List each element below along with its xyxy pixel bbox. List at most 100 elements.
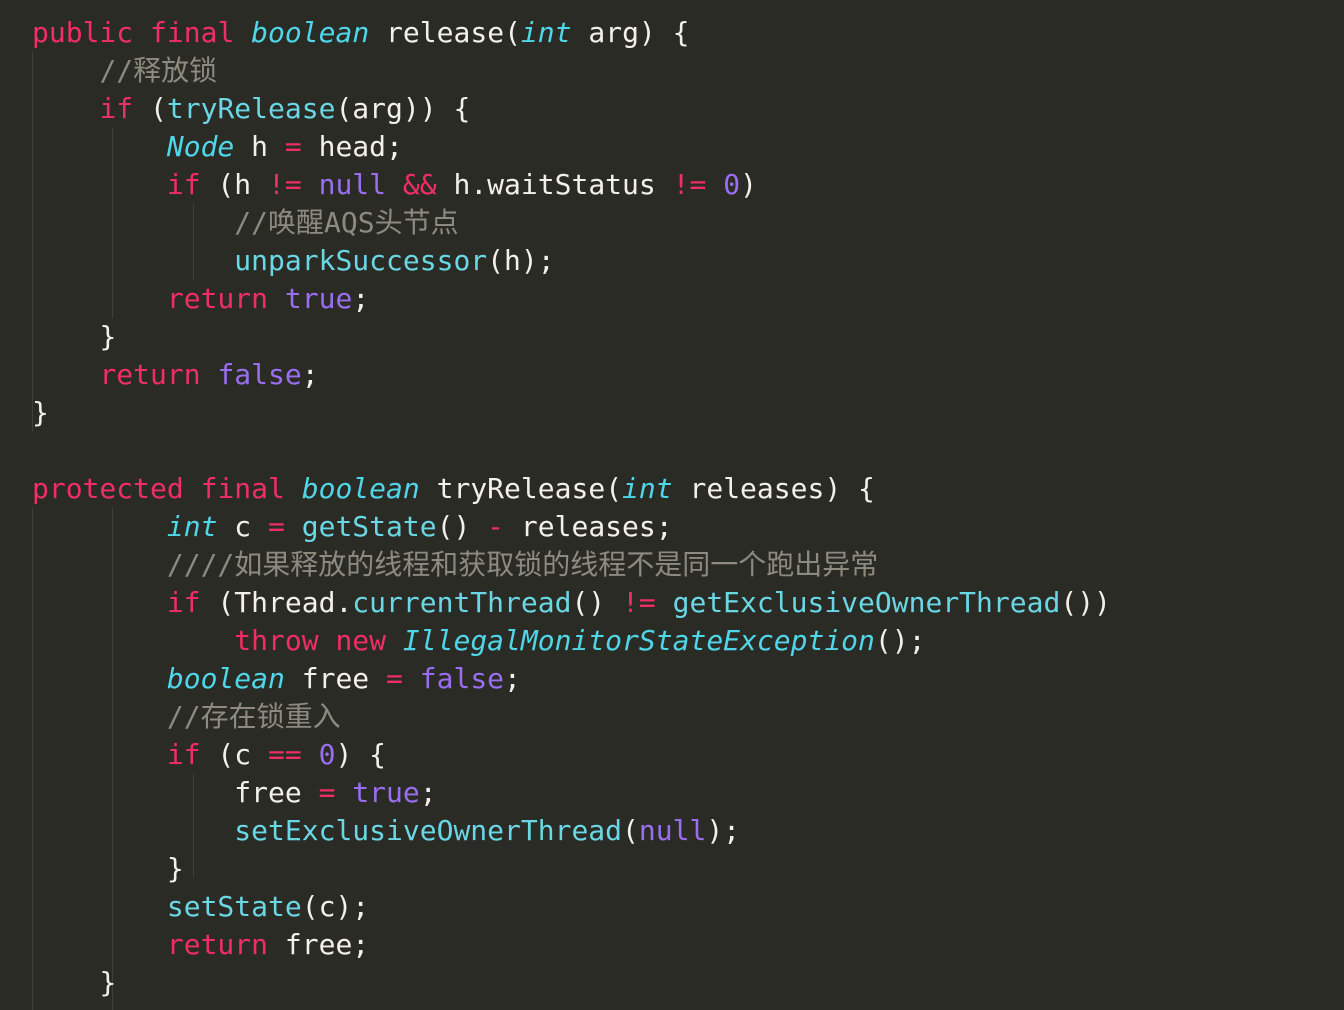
code-line[interactable]: return free;	[0, 926, 1344, 964]
code-line[interactable]: free = true;	[0, 774, 1344, 812]
code-token: final	[200, 472, 285, 505]
code-token: int	[520, 16, 572, 49]
code-token: IllegalMonitorStateException	[402, 624, 875, 657]
code-token: releases;	[504, 510, 673, 543]
code-line[interactable]: boolean free = false;	[0, 660, 1344, 698]
code-token: );	[706, 814, 741, 847]
code-token: getState	[301, 510, 437, 543]
code-line[interactable]: }	[0, 850, 1344, 888]
code-token: //存在锁重入	[166, 700, 341, 733]
code-line[interactable]: if (c == 0) {	[0, 736, 1344, 774]
code-line[interactable]: throw new IllegalMonitorStateException()…	[0, 622, 1344, 660]
code-token: false	[419, 662, 505, 695]
code-token: new	[335, 624, 387, 657]
code-token: )	[740, 168, 757, 201]
code-line[interactable]	[0, 432, 1344, 470]
code-token: }	[166, 852, 184, 885]
code-line[interactable]: ////如果释放的线程和获取锁的线程不是同一个跑出异常	[0, 546, 1344, 584]
code-token: true	[284, 282, 353, 315]
code-token: arg) {	[571, 16, 690, 49]
code-token: getExclusiveOwnerThread	[672, 586, 1061, 619]
code-token: ()	[436, 510, 488, 543]
code-token: if	[166, 586, 201, 619]
code-line[interactable]: int c = getState() - releases;	[0, 508, 1344, 546]
code-token: throw	[234, 624, 319, 657]
code-token: (	[622, 814, 639, 847]
code-token: return	[166, 282, 269, 315]
code-token: c	[217, 510, 269, 543]
code-line[interactable]: //释放锁	[0, 52, 1344, 90]
code-token: protected	[32, 472, 184, 505]
code-line[interactable]: if (h != null && h.waitStatus != 0)	[0, 166, 1344, 204]
code-token: if	[166, 738, 201, 771]
code-line[interactable]: if (Thread.currentThread() != getExclusi…	[0, 584, 1344, 622]
code-token: boolean	[166, 662, 285, 695]
code-line[interactable]: setExclusiveOwnerThread(null);	[0, 812, 1344, 850]
code-line[interactable]: unparkSuccessor(h);	[0, 242, 1344, 280]
code-token: ())	[1060, 586, 1111, 619]
code-line[interactable]: //存在锁重入	[0, 698, 1344, 736]
code-token: (c);	[301, 890, 370, 923]
code-block: public final boolean release(int arg) { …	[0, 14, 1344, 1002]
code-token: ()	[571, 586, 623, 619]
code-line[interactable]: Node h = head;	[0, 128, 1344, 166]
code-line[interactable]: if (tryRelease(arg)) {	[0, 90, 1344, 128]
code-line[interactable]: setState(c);	[0, 888, 1344, 926]
code-line[interactable]: }	[0, 318, 1344, 356]
code-token: int	[622, 472, 673, 505]
code-token: ) {	[335, 738, 387, 771]
code-token: h.waitStatus	[436, 168, 673, 201]
code-token: (Thread.	[200, 586, 353, 619]
code-token: null	[318, 168, 387, 201]
code-token: }	[32, 396, 49, 429]
code-token: release	[386, 16, 505, 49]
code-token: return	[166, 928, 269, 961]
code-line[interactable]: return true;	[0, 280, 1344, 318]
code-token: head;	[301, 130, 403, 163]
code-line[interactable]: }	[0, 964, 1344, 1002]
code-line[interactable]: return false;	[0, 356, 1344, 394]
code-token: tryRelease	[436, 472, 606, 505]
code-token: !=	[622, 586, 656, 619]
code-token: null	[638, 814, 707, 847]
code-token: if	[166, 168, 201, 201]
code-token: boolean	[251, 16, 370, 49]
code-token: (c	[200, 738, 269, 771]
code-line[interactable]: }	[0, 394, 1344, 432]
code-token: return	[99, 358, 201, 391]
code-token: (h);	[487, 244, 555, 277]
code-token: //唤醒AQS头节点	[234, 206, 459, 239]
code-token: =	[318, 776, 336, 809]
code-line[interactable]: //唤醒AQS头节点	[0, 204, 1344, 242]
code-token: ==	[268, 738, 302, 771]
code-line[interactable]: protected final boolean tryRelease(int r…	[0, 470, 1344, 508]
code-line[interactable]: public final boolean release(int arg) {	[0, 14, 1344, 52]
code-token: unparkSuccessor	[234, 244, 488, 277]
